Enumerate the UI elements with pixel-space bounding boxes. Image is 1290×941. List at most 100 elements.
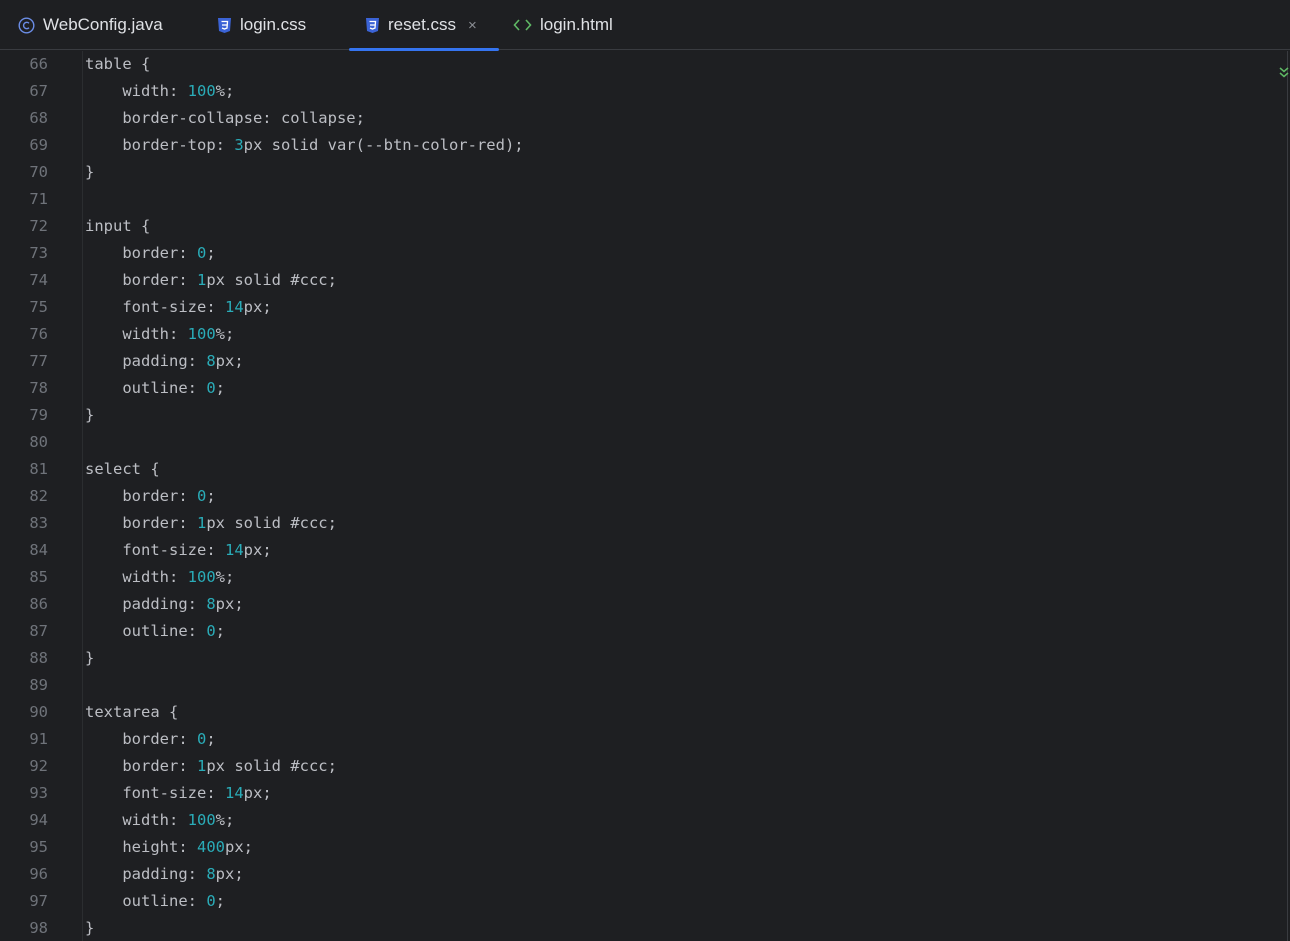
code-line[interactable]: 96 padding: 8px; bbox=[0, 861, 1280, 888]
code-text: border: 0; bbox=[85, 726, 216, 753]
code-line[interactable]: 81 select { bbox=[0, 456, 1280, 483]
code-token: px; bbox=[243, 784, 272, 802]
code-line[interactable]: 83 border: 1px solid #ccc; bbox=[0, 510, 1280, 537]
number-token: 3 bbox=[234, 136, 244, 154]
number-token: 8 bbox=[206, 865, 216, 883]
code-text: width: 100%; bbox=[85, 564, 234, 591]
line-number: 81 bbox=[29, 460, 48, 478]
number-token: 400 bbox=[196, 838, 225, 856]
code-token: px; bbox=[243, 298, 272, 316]
code-line[interactable]: 76 width: 100%; bbox=[0, 321, 1280, 348]
code-text: width: 100%; bbox=[85, 321, 234, 348]
number-token: 14 bbox=[224, 784, 244, 802]
code-token: width: bbox=[85, 568, 188, 586]
code-text: border: 0; bbox=[85, 483, 215, 510]
code-line[interactable]: 91 border: 0; bbox=[0, 726, 1280, 753]
editor-tab-bar: WebConfig.java login.css reset.css × log… bbox=[0, 0, 1290, 51]
close-icon[interactable]: × bbox=[468, 17, 477, 34]
code-token: px; bbox=[243, 541, 272, 559]
number-token: 100 bbox=[187, 325, 216, 343]
code-token: ; bbox=[206, 730, 216, 748]
code-line[interactable]: 82 border: 0; bbox=[0, 483, 1280, 510]
code-token: font-size: bbox=[85, 784, 225, 802]
line-number: 72 bbox=[29, 217, 48, 235]
code-line[interactable]: 70} bbox=[0, 159, 1280, 186]
code-line[interactable]: 86 padding: 8px; bbox=[0, 591, 1280, 618]
tab-reset-css[interactable]: reset.css × bbox=[349, 0, 499, 51]
tab-login-css[interactable]: login.css bbox=[217, 0, 306, 50]
code-line[interactable]: 84 font-size: 14px; bbox=[0, 537, 1280, 564]
code-line[interactable]: 71 bbox=[0, 186, 1280, 213]
code-line[interactable]: 73 border: 0; bbox=[0, 240, 1280, 267]
code-line[interactable]: 87 outline: 0; bbox=[0, 618, 1280, 645]
line-number: 76 bbox=[29, 325, 48, 343]
code-editor[interactable]: 66 table {67 width: 100%; 68 border-collap… bbox=[0, 51, 1290, 941]
line-number: 82 bbox=[29, 487, 48, 505]
code-token: border: bbox=[85, 757, 197, 775]
code-text: border: 1px solid #ccc; bbox=[85, 267, 337, 294]
line-number: 68 bbox=[29, 109, 48, 127]
code-line[interactable]: 78 outline: 0; bbox=[0, 375, 1280, 402]
code-line[interactable]: 72 input { bbox=[0, 213, 1280, 240]
code-line[interactable]: 94 width: 100%; bbox=[0, 807, 1280, 834]
number-token: 0 bbox=[196, 244, 207, 262]
code-token: width: bbox=[85, 811, 188, 829]
html-file-icon bbox=[513, 18, 532, 32]
line-number: 92 bbox=[29, 757, 48, 775]
code-line[interactable]: 75 font-size: 14px; bbox=[0, 294, 1280, 321]
code-line[interactable]: 88} bbox=[0, 645, 1280, 672]
tab-login-html[interactable]: login.html bbox=[513, 0, 613, 50]
code-line[interactable]: 66 table { bbox=[0, 51, 1280, 78]
code-token: %; bbox=[215, 811, 235, 829]
number-token: 14 bbox=[224, 541, 244, 559]
line-number: 74 bbox=[29, 271, 48, 289]
code-text: } bbox=[85, 159, 94, 186]
code-line[interactable]: 93 font-size: 14px; bbox=[0, 780, 1280, 807]
code-line[interactable]: 95 height: 400px; bbox=[0, 834, 1280, 861]
code-token: outline: bbox=[85, 622, 207, 640]
code-line[interactable]: 98} bbox=[0, 915, 1280, 941]
line-number: 77 bbox=[29, 352, 48, 370]
code-line[interactable]: 69 border-top: 3px solid var(--btn-color… bbox=[0, 132, 1280, 159]
code-token: input { bbox=[85, 217, 151, 235]
code-line[interactable]: 97 outline: 0; bbox=[0, 888, 1280, 915]
code-token: width: bbox=[85, 82, 188, 100]
tab-label: reset.css bbox=[388, 15, 457, 34]
code-line[interactable]: 92 border: 1px solid #ccc; bbox=[0, 753, 1280, 780]
code-text: font-size: 14px; bbox=[85, 537, 272, 564]
code-token: font-size: bbox=[85, 541, 225, 559]
number-token: 1 bbox=[196, 271, 207, 289]
code-line[interactable]: 68 border-collapse: collapse; bbox=[0, 105, 1280, 132]
line-number: 70 bbox=[29, 163, 48, 181]
code-text: outline: 0; bbox=[85, 618, 225, 645]
line-number: 73 bbox=[29, 244, 48, 262]
line-number: 98 bbox=[29, 919, 48, 937]
code-line[interactable]: 77 padding: 8px; bbox=[0, 348, 1280, 375]
code-line[interactable]: 74 border: 1px solid #ccc; bbox=[0, 267, 1280, 294]
code-text: width: 100%; bbox=[85, 78, 234, 105]
line-number: 90 bbox=[29, 703, 48, 721]
code-text: height: 400px; bbox=[85, 834, 253, 861]
code-line[interactable]: 80 bbox=[0, 429, 1280, 456]
code-text: border: 0; bbox=[85, 240, 215, 267]
code-line[interactable]: 89 bbox=[0, 672, 1280, 699]
code-line[interactable]: 79} bbox=[0, 402, 1280, 429]
line-number: 97 bbox=[29, 892, 48, 910]
tab-label: WebConfig.java bbox=[43, 15, 163, 34]
code-token: table { bbox=[85, 55, 151, 73]
code-text: outline: 0; bbox=[85, 375, 225, 402]
line-number: 69 bbox=[29, 136, 48, 154]
code-line[interactable]: 90 textarea { bbox=[0, 699, 1280, 726]
code-text: } bbox=[85, 915, 94, 941]
number-token: 0 bbox=[196, 487, 207, 505]
number-token: 0 bbox=[196, 730, 207, 748]
code-token: px; bbox=[215, 865, 244, 883]
code-line[interactable]: 67 width: 100%; bbox=[0, 78, 1280, 105]
code-line[interactable]: 85 width: 100%; bbox=[0, 564, 1280, 591]
code-token: padding: bbox=[85, 352, 207, 370]
no-problems-check-icon[interactable] bbox=[1279, 63, 1289, 78]
tab-webconfig-java[interactable]: WebConfig.java bbox=[18, 0, 163, 50]
code-token: %; bbox=[215, 568, 235, 586]
code-token: px solid #ccc; bbox=[206, 514, 337, 532]
number-token: 1 bbox=[196, 514, 207, 532]
